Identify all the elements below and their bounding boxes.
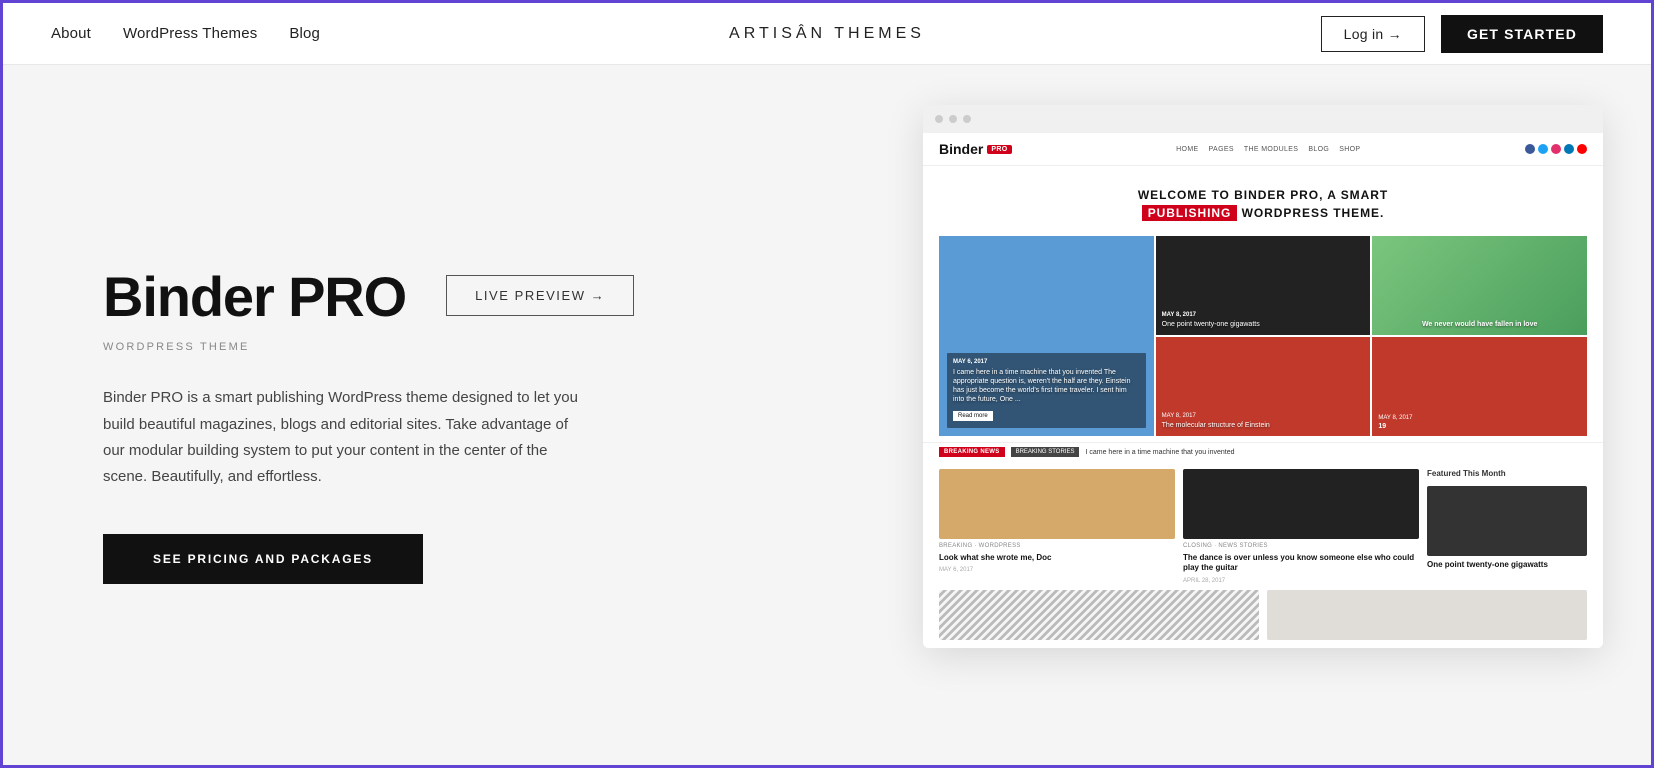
mini-grid-item-1: MAY 6, 2017 I came here in a time machin…	[939, 236, 1154, 436]
product-subtitle: WORDPRESS THEME	[103, 341, 723, 353]
mini-logo-text: Binder	[939, 141, 983, 157]
mini-bottom-img-1	[939, 590, 1259, 640]
mini-article-title-2: The dance is over unless you know someon…	[1183, 553, 1419, 574]
mini-article-tag-2: CLOSING · NEWS STORIES	[1183, 543, 1419, 549]
mini-grid-caption-4: The molecular structure of Einstein	[1162, 421, 1365, 430]
mini-nav-modules: THE MODULES	[1244, 146, 1298, 153]
mini-article-date-2: APRIL 28, 2017	[1183, 578, 1419, 584]
breaking-tag: BREAKING STORIES	[1011, 447, 1080, 457]
mini-hero-title: WELCOME TO BINDER PRO, A SMART PUBLISHIN…	[963, 186, 1563, 222]
mini-grid-caption-1: I came here in a time machine that you i…	[953, 368, 1140, 404]
mini-featured-caption: One point twenty-one gigawatts	[1427, 560, 1587, 570]
mini-nav-blog: BLOG	[1308, 146, 1329, 153]
main-nav: About WordPress Themes Blog	[51, 25, 320, 42]
mini-bottom-articles	[923, 584, 1603, 648]
mini-grid-item-3: We never would have fallen in love	[1372, 236, 1587, 335]
mini-grid-item-4: MAY 8, 2017 The molecular structure of E…	[1156, 337, 1371, 436]
nav-wordpress-themes[interactable]: WordPress Themes	[123, 25, 257, 42]
breaking-text: I came here in a time machine that you i…	[1085, 449, 1234, 456]
mini-article-1: BREAKING · WORDPRESS Look what she wrote…	[939, 469, 1175, 584]
browser-chrome	[923, 105, 1603, 133]
social-icon-3	[1551, 144, 1561, 154]
get-started-button[interactable]: GET STARTED	[1441, 15, 1603, 53]
mini-logo-badge: PRO	[987, 145, 1011, 154]
mini-nav-home: HOME	[1176, 146, 1198, 153]
mini-site-header: Binder PRO HOME PAGES THE MODULES BLOG S…	[923, 133, 1603, 166]
mini-article-2: CLOSING · NEWS STORIES The dance is over…	[1183, 469, 1419, 584]
social-icon-2	[1538, 144, 1548, 154]
header-actions: Log in → GET STARTED	[1321, 15, 1603, 53]
mini-hero-highlight: PUBLISHING	[1142, 205, 1238, 221]
mini-article-img-1	[939, 469, 1175, 539]
mini-social	[1525, 144, 1587, 154]
mini-hero-line2: WORDPRESS THEME.	[1242, 206, 1385, 220]
left-panel: Binder PRO LIVE PREVIEW → WORDPRESS THEM…	[103, 65, 783, 765]
mini-nav-shop: SHOP	[1339, 146, 1360, 153]
mini-logo: Binder PRO	[939, 141, 1012, 157]
browser-dot-1	[935, 115, 943, 123]
mini-article-title-1: Look what she wrote me, Doc	[939, 553, 1175, 563]
breaking-news-badge: BREAKING NEWS	[939, 447, 1005, 457]
mini-articles-grid: BREAKING · WORDPRESS Look what she wrote…	[923, 461, 1603, 584]
social-icon-5	[1577, 144, 1587, 154]
pricing-button[interactable]: SEE PRICING AND PACKAGES	[103, 534, 423, 584]
mini-grid-item-2: MAY 8, 2017 One point twenty-one gigawat…	[1156, 236, 1371, 335]
mini-image-grid: MAY 6, 2017 I came here in a time machin…	[939, 236, 1587, 436]
mini-bottom-article-2	[1267, 590, 1587, 640]
mini-article-date-1: MAY 6, 2017	[939, 567, 1175, 573]
title-row: Binder PRO LIVE PREVIEW →	[103, 266, 723, 336]
mini-grid-caption-2: One point twenty-one gigawatts	[1162, 320, 1365, 329]
mini-grid-item-5: MAY 8, 2017 19	[1372, 337, 1587, 436]
nav-about[interactable]: About	[51, 25, 91, 42]
browser-dot-2	[949, 115, 957, 123]
mini-article-tag-1: BREAKING · WORDPRESS	[939, 543, 1175, 549]
mini-article-img-2	[1183, 469, 1419, 539]
browser-dot-3	[963, 115, 971, 123]
nav-blog[interactable]: Blog	[289, 25, 320, 42]
site-logo: ARTISÂN THEMES	[729, 25, 925, 43]
main-content: Binder PRO LIVE PREVIEW → WORDPRESS THEM…	[3, 65, 1651, 765]
product-title: Binder PRO	[103, 266, 406, 328]
mini-nav: HOME PAGES THE MODULES BLOG SHOP	[1176, 146, 1360, 153]
mini-featured-img	[1427, 486, 1587, 556]
page-wrapper: About WordPress Themes Blog ARTISÂN THEM…	[0, 0, 1654, 768]
mini-nav-pages: PAGES	[1209, 146, 1234, 153]
live-preview-button[interactable]: LIVE PREVIEW →	[446, 275, 634, 316]
product-description: Binder PRO is a smart publishing WordPre…	[103, 385, 593, 490]
right-panel: Binder PRO HOME PAGES THE MODULES BLOG S…	[783, 65, 1651, 765]
login-button[interactable]: Log in →	[1321, 16, 1425, 52]
mini-featured-title: Featured This Month	[1427, 469, 1587, 478]
mini-featured: Featured This Month One point twenty-one…	[1427, 469, 1587, 584]
mini-bottom-article-1	[939, 590, 1259, 640]
browser-content: Binder PRO HOME PAGES THE MODULES BLOG S…	[923, 133, 1603, 648]
mini-bottom-img-2	[1267, 590, 1587, 640]
breaking-news-bar: BREAKING NEWS BREAKING STORIES I came he…	[923, 442, 1603, 461]
browser-mockup: Binder PRO HOME PAGES THE MODULES BLOG S…	[923, 105, 1603, 648]
mini-grid-caption-3: We never would have fallen in love	[1378, 320, 1581, 329]
mini-hero-line1: WELCOME TO BINDER PRO, A SMART	[1138, 188, 1388, 202]
social-icon-4	[1564, 144, 1574, 154]
site-header: About WordPress Themes Blog ARTISÂN THEM…	[3, 3, 1651, 65]
social-icon-1	[1525, 144, 1535, 154]
mini-hero: WELCOME TO BINDER PRO, A SMART PUBLISHIN…	[923, 166, 1603, 236]
